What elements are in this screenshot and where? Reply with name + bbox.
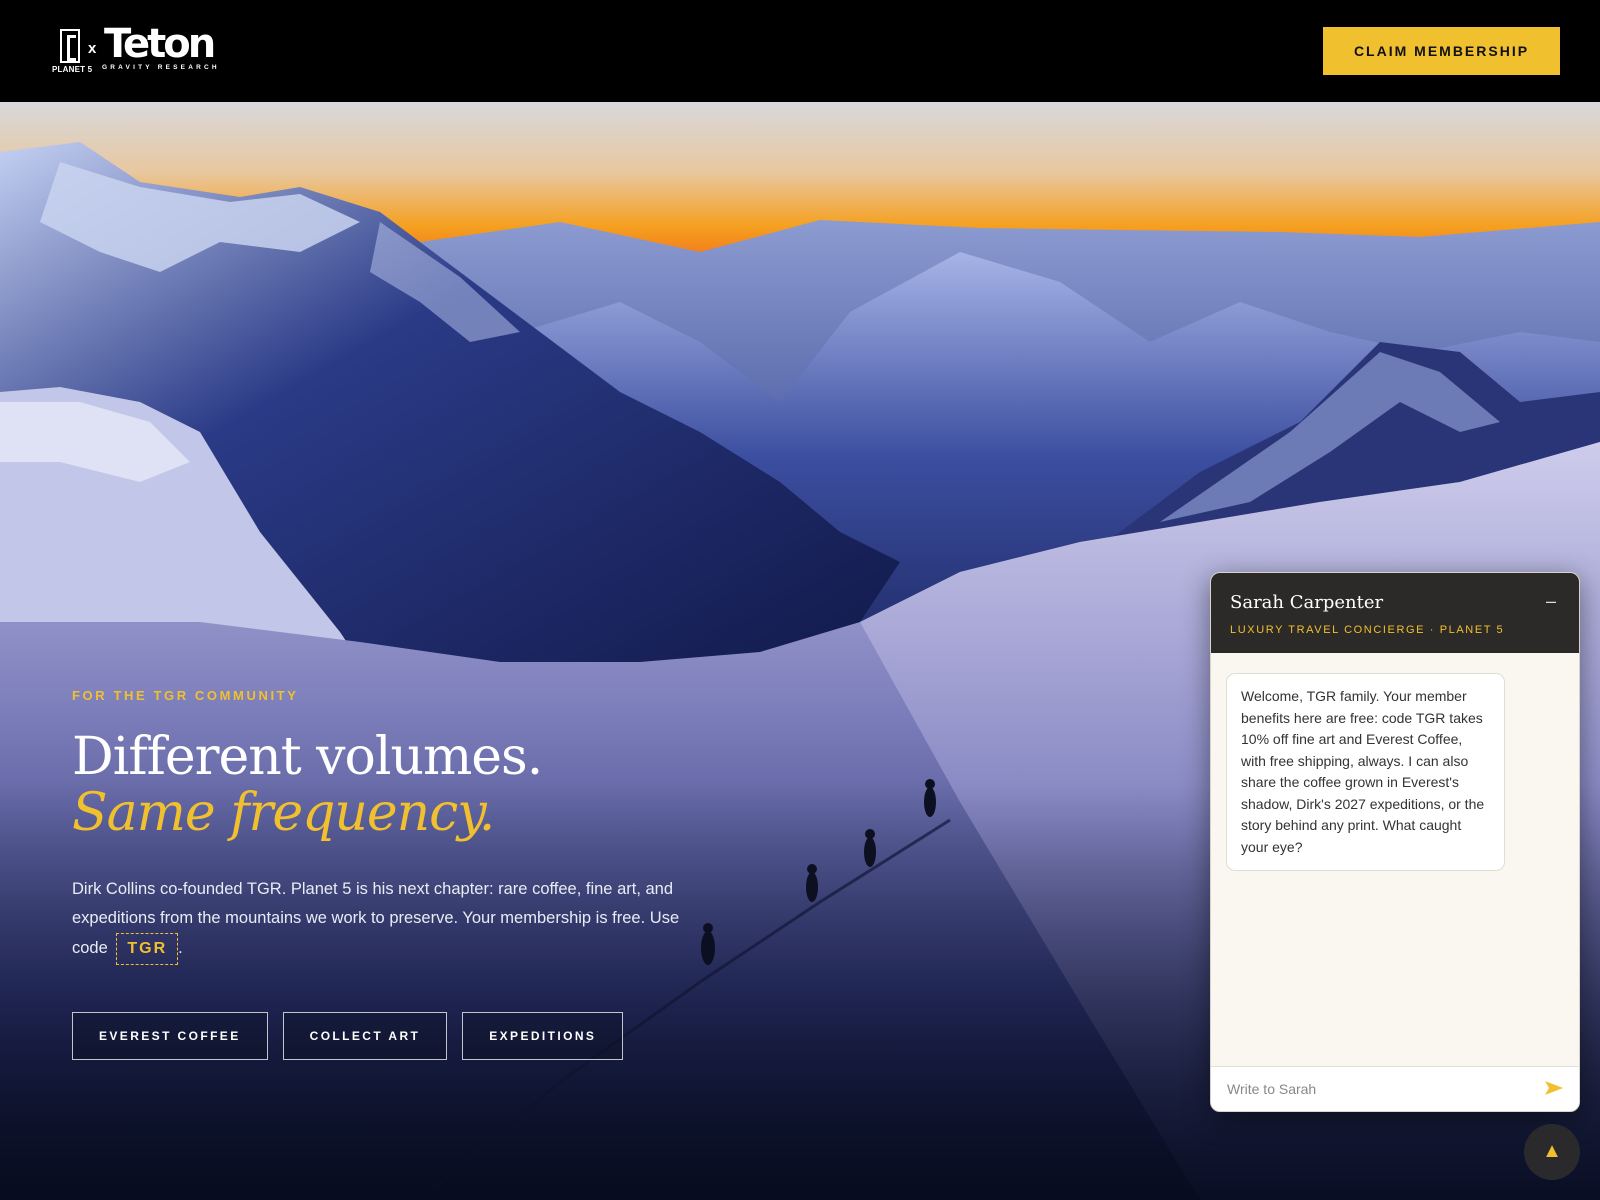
hero-eyebrow: FOR THE TGR COMMUNITY xyxy=(72,688,299,703)
minimize-icon[interactable]: – xyxy=(1539,589,1563,613)
chat-message-bubble: Welcome, TGR family. Your member benefit… xyxy=(1226,673,1505,871)
chat-header: Sarah Carpenter LUXURY TRAVEL CONCIERGE … xyxy=(1211,573,1579,653)
chat-agent-name: Sarah Carpenter xyxy=(1230,592,1384,613)
logo-gravity-text: GRAVITY RESEARCH xyxy=(102,64,220,71)
chat-message-input[interactable] xyxy=(1211,1067,1531,1111)
hero-headline-line1: Different volumes. xyxy=(72,727,543,787)
chat-input-row xyxy=(1211,1066,1579,1111)
chevron-up-icon[interactable]: ▲ xyxy=(1524,1124,1580,1180)
logo-x-text: x xyxy=(88,40,97,57)
claim-membership-button[interactable]: CLAIM MEMBERSHIP xyxy=(1323,27,1560,75)
logo-planet-text: PLANET 5 xyxy=(52,65,93,74)
expeditions-button[interactable]: EXPEDITIONS xyxy=(462,1012,624,1060)
brand-logo[interactable]: PLANET 5 x Teton GRAVITY RESEARCH xyxy=(52,22,232,76)
hero-copy: FOR THE TGR COMMUNITY Different volumes.… xyxy=(72,688,712,965)
send-arrow-icon[interactable] xyxy=(1543,1077,1565,1099)
chat-agent-role: LUXURY TRAVEL CONCIERGE · PLANET 5 xyxy=(1230,624,1505,636)
logo-teton-text: Teton xyxy=(104,21,216,67)
concierge-chat-widget: Sarah Carpenter LUXURY TRAVEL CONCIERGE … xyxy=(1210,572,1580,1112)
promo-code-chip[interactable]: TGR xyxy=(116,933,179,965)
hero-body-text: Dirk Collins co-founded TGR. Planet 5 is… xyxy=(72,875,702,965)
site-header: PLANET 5 x Teton GRAVITY RESEARCH CLAIM … xyxy=(0,0,1600,102)
hero-cta-row: EVEREST COFFEE COLLECT ART EXPEDITIONS xyxy=(72,1012,624,1060)
planet5-logo-icon xyxy=(60,29,80,63)
hero-headline-line2: Same frequency. xyxy=(72,783,495,843)
everest-coffee-button[interactable]: EVEREST COFFEE xyxy=(72,1012,268,1060)
hero-body-end: . xyxy=(178,939,183,957)
collect-art-button[interactable]: COLLECT ART xyxy=(282,1012,448,1060)
